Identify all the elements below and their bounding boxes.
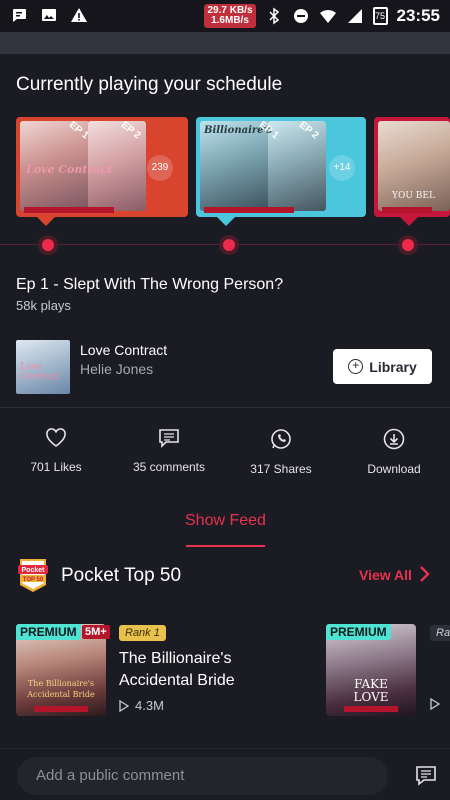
logo-text: TOP 50 bbox=[23, 577, 44, 583]
library-label: Library bbox=[369, 358, 417, 375]
schedule-title: Currently playing your schedule bbox=[16, 74, 283, 95]
warning-icon bbox=[71, 8, 87, 22]
show-feed-tab[interactable]: Show Feed bbox=[185, 512, 266, 530]
new-episodes-strip bbox=[204, 207, 294, 213]
current-card-pointer bbox=[216, 216, 236, 226]
book-plays: 4.3M bbox=[119, 698, 164, 713]
book-author[interactable]: Helie Jones bbox=[80, 361, 153, 377]
show-feed-underline bbox=[186, 545, 265, 547]
book-cover-title: FAKE LOVE bbox=[353, 677, 389, 704]
do-not-disturb-icon bbox=[293, 9, 308, 23]
schedule-card[interactable]: Love Contract EP 1 EP 2 239 bbox=[16, 117, 188, 217]
wifi-icon bbox=[319, 9, 336, 23]
comments-count: 35 comments bbox=[132, 460, 206, 474]
book-cover-title: The Billionaire's Accidental Bride bbox=[27, 679, 95, 699]
pocket-top-50-logo: Pocket TOP 50 bbox=[18, 559, 48, 592]
episode-timeline bbox=[0, 235, 450, 255]
current-card-pointer bbox=[36, 216, 56, 226]
logo-text: Pocket bbox=[22, 567, 46, 574]
premium-badge: PREMIUM bbox=[16, 624, 81, 640]
shares-count: 317 Shares bbox=[250, 462, 312, 476]
comment-icon bbox=[159, 429, 179, 448]
timeline-dot[interactable] bbox=[398, 235, 418, 255]
play-icon bbox=[119, 699, 129, 712]
cover-title: YOU BEL bbox=[392, 191, 435, 201]
schedule-carousel[interactable]: Love Contract EP 1 EP 2 239 Billionaire'… bbox=[0, 112, 450, 226]
top-book-card[interactable]: FAKE LOVE PREMIUM Ra bbox=[326, 624, 450, 719]
premium-badge: PREMIUM bbox=[326, 624, 391, 640]
comments-button[interactable]: 35 comments bbox=[113, 428, 225, 474]
episode-title: Ep 1 - Slept With The Wrong Person? bbox=[16, 276, 284, 293]
reads-badge: 5M+ bbox=[82, 625, 110, 639]
book-cover[interactable]: Love Contract bbox=[16, 340, 70, 394]
share-button[interactable]: 317 Shares bbox=[225, 428, 337, 476]
add-to-library-button[interactable]: + Library bbox=[333, 349, 432, 384]
book-title[interactable]: Love Contract bbox=[80, 342, 167, 358]
comment-input[interactable] bbox=[17, 757, 388, 795]
whatsapp-icon bbox=[271, 429, 291, 449]
cellular-icon bbox=[347, 9, 362, 23]
play-icon bbox=[430, 698, 440, 710]
download-button[interactable]: Download bbox=[338, 428, 450, 476]
download-label: Download bbox=[367, 462, 421, 476]
new-episodes-strip bbox=[24, 207, 114, 213]
status-bar: 29.7 KB/s 1.6MB/s 75 23:55 bbox=[0, 0, 450, 32]
rank-badge: Ra bbox=[430, 625, 450, 641]
book-row[interactable]: Love Contract Love Contract Helie Jones … bbox=[16, 340, 434, 395]
new-episodes-strip bbox=[34, 706, 88, 712]
timeline-dot[interactable] bbox=[38, 235, 58, 255]
app-header-band bbox=[0, 32, 450, 54]
rank-badge: Rank 1 bbox=[119, 625, 166, 641]
schedule-card[interactable]: YOU BEL bbox=[374, 117, 450, 217]
heart-icon bbox=[46, 428, 66, 447]
episode-plays: 58k plays bbox=[16, 298, 71, 313]
book-title[interactable]: The Billionaire's Accidental Bride bbox=[119, 648, 235, 692]
schedule-card-current[interactable]: Billionaire's EP 1 EP 2 +14 bbox=[196, 117, 366, 217]
chevron-right-icon[interactable] bbox=[418, 565, 430, 583]
net-speed: 29.7 KB/s 1.6MB/s bbox=[204, 4, 256, 28]
book-cover-title: Love Contract bbox=[20, 362, 61, 382]
clock: 23:55 bbox=[396, 6, 440, 25]
view-all-link[interactable]: View All bbox=[359, 567, 412, 583]
likes-count: 701 Likes bbox=[30, 460, 82, 474]
divider bbox=[0, 407, 450, 408]
timeline-dot-current[interactable] bbox=[219, 235, 239, 255]
chat-bubble-icon bbox=[13, 9, 26, 22]
battery-icon: 75 bbox=[372, 7, 388, 25]
bluetooth-icon bbox=[268, 7, 279, 25]
new-episodes-strip bbox=[382, 207, 432, 213]
top-book-card[interactable]: The Billionaire's Accidental Bride PREMI… bbox=[16, 624, 316, 719]
download-icon bbox=[383, 428, 405, 450]
divider bbox=[0, 748, 450, 749]
episode-count: 239 bbox=[147, 155, 173, 181]
comment-icon[interactable] bbox=[415, 765, 437, 787]
like-button[interactable]: 701 Likes bbox=[0, 428, 112, 474]
book-plays bbox=[430, 698, 440, 710]
new-episodes-strip bbox=[344, 706, 398, 712]
action-bar: 701 Likes 35 comments 317 Shares Downloa… bbox=[0, 428, 450, 478]
current-card-pointer bbox=[399, 216, 419, 226]
cover-title: Love Contract bbox=[26, 163, 113, 176]
episode-count: +14 bbox=[329, 155, 355, 181]
plus-circle-icon: + bbox=[348, 359, 364, 374]
image-icon bbox=[42, 9, 56, 21]
pocket-top-title: Pocket Top 50 bbox=[61, 565, 182, 586]
